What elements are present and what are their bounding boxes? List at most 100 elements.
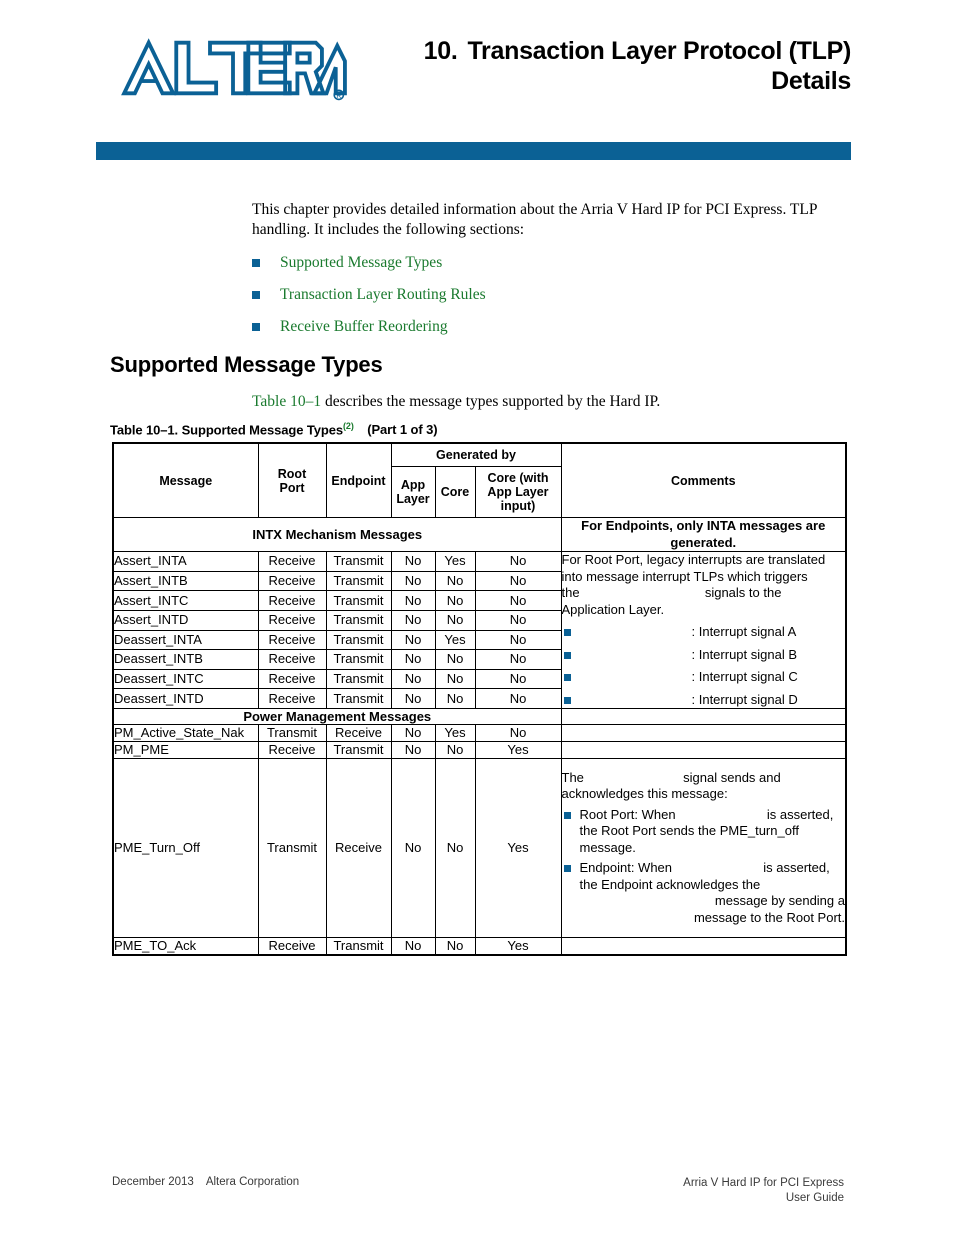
cell-root-port: Transmit <box>257 724 327 742</box>
intx-comment-line3: the signals to the <box>562 585 846 602</box>
cell-core-app: No <box>474 688 562 709</box>
col-header-app-layer-line1: App <box>400 478 426 492</box>
intx-signal-suffix: : Interrupt signal D <box>691 691 798 707</box>
intx-comment-line2: into message interrupt TLPs which trigge… <box>561 568 808 584</box>
cell-core: Yes <box>434 551 476 572</box>
intro-paragraph: This chapter provides detailed informati… <box>252 201 817 238</box>
col-header-core-app-line3: input) <box>500 499 536 513</box>
cell-app-layer: No <box>390 688 436 709</box>
cell-message: PME_TO_Ack <box>112 937 259 956</box>
pme-comment-line1-post: signal sends and <box>683 769 781 785</box>
link-receive-buffer-reordering[interactable]: Receive Buffer Reordering <box>280 318 448 335</box>
section-title-power-management: Power Management Messages <box>112 708 562 725</box>
pme-bullet-1-post: is asserted, <box>763 860 830 876</box>
cell-core: No <box>434 758 476 938</box>
table-section-row-power-management: Power Management Messages <box>112 708 847 725</box>
cell-core-app: No <box>474 590 562 611</box>
chapter-number: 10. <box>423 37 458 65</box>
square-bullet-icon <box>563 651 571 659</box>
cell-message: Deassert_INTC <box>112 668 259 690</box>
page-title: Supported Message Types <box>110 352 383 377</box>
cell-core: No <box>434 937 476 956</box>
cell-comments-empty <box>560 937 847 956</box>
col-header-core-app-line1: Core (with <box>487 471 549 485</box>
col-header-root-port-line1: Root <box>277 466 307 481</box>
cell-core: No <box>434 668 476 690</box>
section-link-list: Supported Message Types Transaction Laye… <box>252 253 852 336</box>
cell-core-app: Yes <box>474 937 562 956</box>
chapter-title-line1: Transaction Layer Protocol (TLP) <box>467 37 851 65</box>
cell-endpoint: Transmit <box>325 570 392 592</box>
cell-message: Assert_INTC <box>112 590 259 611</box>
intx-comment-line4: Application Layer. <box>561 601 665 617</box>
intro-block: This chapter provides detailed informati… <box>252 200 852 336</box>
page-header: R 10. Transaction Layer Protocol (TLP) De… <box>0 0 954 170</box>
col-header-generated-by: Generated by <box>390 442 562 467</box>
pme-bullet-1-pre: Endpoint: When <box>579 860 673 876</box>
footer-left: December 2013 Altera Corporation <box>112 1176 299 1188</box>
link-table-10-1[interactable]: Table 10–1 <box>252 393 321 410</box>
cell-core-app: No <box>474 668 562 690</box>
cell-message: Assert_INTD <box>112 609 259 631</box>
cell-app-layer: No <box>390 629 436 651</box>
cell-endpoint: Receive <box>325 758 392 938</box>
cell-root-port: Receive <box>257 668 327 690</box>
cell-core: No <box>434 609 476 631</box>
table-row: PME_TO_Ack Receive Transmit No No Yes <box>112 937 847 956</box>
section-lead-rest: describes the message types supported by… <box>321 393 661 410</box>
intx-comment-line1: For Root Port, legacy interrupts are tra… <box>561 552 826 567</box>
cell-core: Yes <box>434 629 476 651</box>
link-transaction-layer-routing-rules[interactable]: Transaction Layer Routing Rules <box>280 286 486 303</box>
col-header-core-app-line2: App Layer <box>487 485 549 499</box>
col-header-core: Core <box>434 466 476 518</box>
header-accent-bar <box>96 142 851 160</box>
cell-app-layer: No <box>390 609 436 631</box>
cell-root-port: Receive <box>257 570 327 592</box>
cell-root-port: Receive <box>257 649 327 670</box>
cell-comments-empty <box>560 724 847 742</box>
cell-app-layer: No <box>390 758 436 938</box>
link-supported-message-types[interactable]: Supported Message Types <box>280 254 442 271</box>
col-header-comments: Comments <box>560 442 847 518</box>
cell-comments-empty <box>560 741 847 759</box>
cell-endpoint: Transmit <box>325 609 392 631</box>
footer-date: December 2013 <box>112 1176 194 1188</box>
chapter-title-line2: Details <box>771 67 851 95</box>
cell-comments-pme-turn-off: The signal sends and acknowledges this m… <box>560 758 847 938</box>
list-item: Transaction Layer Routing Rules <box>252 285 852 304</box>
cell-core-app: No <box>474 570 562 592</box>
pme-bullet-0-pre: Root Port: When <box>579 806 676 822</box>
cell-app-layer: No <box>390 937 436 956</box>
footer-doc-subtitle: User Guide <box>785 1192 844 1204</box>
cell-app-layer: No <box>390 551 436 572</box>
col-header-app-layer-line2: Layer <box>396 492 430 506</box>
pme-bullet-0-cont1: the Root Port sends the PME_turn_off <box>579 823 799 839</box>
section-title-intx: INTX Mechanism Messages <box>112 517 562 552</box>
square-bullet-icon <box>563 696 571 704</box>
supported-message-types-table: Message Root Port Endpoint Generated by … <box>112 442 847 956</box>
pme-comment-line2: acknowledges this message: <box>561 786 728 802</box>
cell-endpoint: Transmit <box>325 551 392 572</box>
cell-root-port: Receive <box>257 551 327 572</box>
square-bullet-icon <box>252 323 260 331</box>
col-header-endpoint: Endpoint <box>325 442 392 518</box>
table-row: Assert_INTA Receive Transmit No Yes No F… <box>112 551 847 709</box>
table-caption-title: Supported Message Types <box>181 422 344 438</box>
cell-message: Assert_INTA <box>112 551 259 572</box>
intx-signal-list: : Interrupt signal A : Interrupt signal … <box>562 624 846 708</box>
col-header-message: Message <box>112 442 259 518</box>
list-item: : Interrupt signal A <box>562 624 846 641</box>
pme-bullet-0-cont2: message. <box>579 839 636 855</box>
square-bullet-icon <box>563 629 571 636</box>
cell-core-app: No <box>474 551 562 572</box>
table-caption-footnote-marker[interactable]: (2) <box>343 421 354 431</box>
square-bullet-icon <box>252 259 260 267</box>
cell-endpoint: Transmit <box>325 590 392 611</box>
table-row: PME_Turn_Off Transmit Receive No No Yes … <box>112 758 847 938</box>
table-caption-part: (Part 1 of 3) <box>367 422 438 438</box>
cell-message: Deassert_INTD <box>112 688 259 709</box>
cell-root-port: Receive <box>257 688 327 709</box>
pme-bullet-1-cont3: message to the Root Port. <box>693 909 845 925</box>
cell-core-app: Yes <box>474 758 562 938</box>
pme-bullet-1-cont1: the Endpoint acknowledges the <box>579 876 761 892</box>
